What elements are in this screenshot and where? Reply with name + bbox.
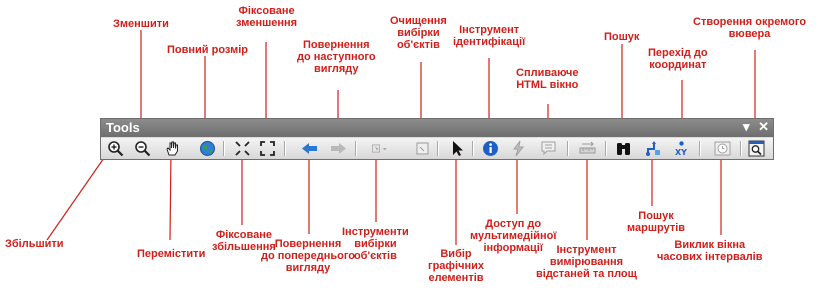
html-popup-button[interactable] xyxy=(538,139,558,158)
time-slider-button[interactable] xyxy=(712,139,732,158)
select-features-button[interactable] xyxy=(365,139,393,158)
svg-text:XY: XY xyxy=(675,148,687,157)
pan-hand-icon xyxy=(165,141,178,156)
lightning-icon xyxy=(512,140,524,157)
identify-button[interactable] xyxy=(480,139,500,158)
full-extent-button[interactable] xyxy=(197,139,217,158)
find-route-button[interactable] xyxy=(643,139,663,158)
binoculars-icon xyxy=(616,143,630,155)
find-button[interactable] xyxy=(613,139,633,158)
zoom-in-icon xyxy=(107,141,123,157)
go-forward-button[interactable] xyxy=(328,139,348,158)
label-pan: Перемістити xyxy=(137,248,206,260)
hyperlink-button[interactable] xyxy=(508,139,528,158)
arrow-left-icon xyxy=(301,143,317,154)
viewer-magnifier-icon xyxy=(748,140,764,157)
viewer-window-button[interactable] xyxy=(746,139,766,158)
label-fixed-zoom-out: Фіксоване зменшення xyxy=(236,5,298,29)
label-full-extent: Повний розмір xyxy=(167,44,249,56)
label-find-route: Пошук маршрутів xyxy=(627,210,686,234)
ruler-icon xyxy=(579,141,595,154)
measure-button[interactable] xyxy=(577,139,597,158)
clock-icon xyxy=(714,141,730,156)
info-icon xyxy=(482,141,498,156)
clear-selection-button[interactable] xyxy=(412,139,432,158)
label-select-features: Інструменти вибірки об'єктів xyxy=(342,226,409,262)
fixed-zoom-out-icon xyxy=(259,141,275,156)
fixed-zoom-out-button[interactable] xyxy=(257,139,277,158)
label-time-slider: Виклик вікна часових інтервалів xyxy=(657,239,763,263)
go-to-xy-button[interactable]: XY xyxy=(671,139,691,158)
toolbar-titlebar[interactable]: Tools ▾ ✕ xyxy=(101,119,773,137)
toolbar-menu-icon[interactable]: ▾ xyxy=(743,119,750,134)
go-to-xy-icon: XY xyxy=(675,141,687,157)
leader-pan xyxy=(169,149,172,241)
label-zoom-out: Зменшити xyxy=(113,18,169,30)
zoom-out-icon xyxy=(134,141,150,157)
route-icon xyxy=(645,141,660,156)
tools-toolbar: Tools ▾ ✕ XY xyxy=(100,118,774,160)
toolbar-title: Tools xyxy=(106,120,140,135)
go-back-button[interactable] xyxy=(299,139,319,158)
pan-button[interactable] xyxy=(162,139,182,158)
fixed-zoom-in-button[interactable] xyxy=(232,139,252,158)
label-identify: Інструмент ідентифікації xyxy=(453,24,526,48)
label-find: Пошук xyxy=(604,31,640,43)
toolbar-close-icon[interactable]: ✕ xyxy=(758,119,769,134)
label-html-popup: Спливаюче HTML вікно xyxy=(516,67,579,91)
fixed-zoom-in-icon xyxy=(234,141,250,156)
clear-selection-icon xyxy=(416,142,428,155)
toolbar-button-row: XY xyxy=(101,138,773,159)
zoom-in-button[interactable] xyxy=(105,139,125,158)
arrow-right-icon xyxy=(330,143,346,154)
label-go-forward: Повернення до наступного вигляду xyxy=(297,39,376,75)
tools-toolbar-diagram: Tools ▾ ✕ XY Збільшити Зменшити Переміст… xyxy=(0,0,817,294)
globe-icon xyxy=(199,141,215,156)
label-measure: Інструмент вимірювання відстаней та площ xyxy=(536,244,637,280)
label-go-back: Повернення до попереднього вигляду xyxy=(261,238,355,274)
select-elements-button[interactable] xyxy=(447,139,467,158)
select-features-icon xyxy=(371,144,387,153)
label-viewer-window: Створення окремого вювера xyxy=(693,16,807,40)
label-clear-selection: Очищення вибірки об'єктів xyxy=(390,15,447,51)
speech-bubble-icon xyxy=(541,141,555,156)
zoom-out-button[interactable] xyxy=(132,139,152,158)
label-go-to-xy: Перехід до координат xyxy=(648,47,708,71)
pointer-arrow-icon xyxy=(452,141,463,156)
label-zoom-in: Збільшити xyxy=(5,238,64,250)
